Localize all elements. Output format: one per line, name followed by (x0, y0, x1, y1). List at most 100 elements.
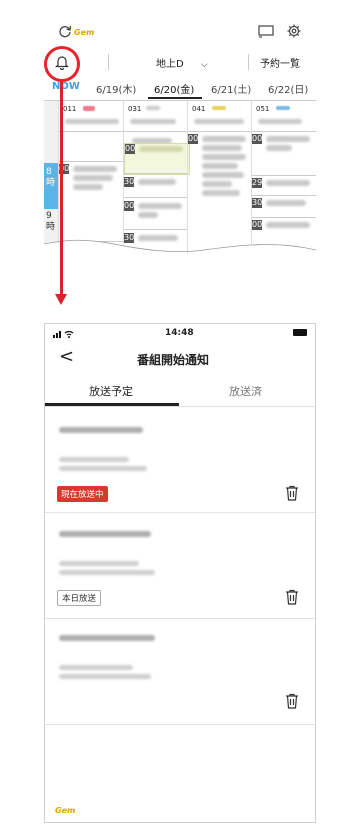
annotation-arrow-line (60, 82, 63, 296)
program-datetime-blurred (59, 674, 151, 679)
program-datetime-blurred (59, 466, 147, 471)
program-title-blurred (59, 635, 155, 641)
program-title-blurred (138, 203, 182, 209)
settings-gear-icon[interactable] (286, 23, 302, 39)
channel-header: 041 (188, 101, 252, 132)
toolbar-divider (108, 54, 109, 70)
annotation-arrow-head (55, 294, 67, 305)
program-cell[interactable]: 00 (252, 131, 316, 176)
channel-type-label: 地上D (156, 59, 184, 70)
program-title-blurred (266, 222, 310, 228)
program-title-blurred (266, 200, 306, 206)
program-title-blurred (138, 179, 176, 185)
tab-scheduled[interactable]: 放送予定 (89, 383, 133, 399)
epg-toolbar-bottom: 地上D ⌵ 予約一覧 (44, 48, 316, 77)
refresh-icon[interactable] (58, 24, 72, 38)
program-cell[interactable]: 30 (124, 173, 188, 198)
torn-edge (44, 239, 316, 253)
slot-minute: 00 (252, 220, 263, 230)
channel-name-blurred (65, 119, 119, 124)
channel-header: 031 (124, 101, 188, 132)
notification-screen: 14:48 < 番組開始通知 放送予定 放送済 現在放送中 本日放送 Gem (44, 323, 316, 823)
slot-minute: 30 (124, 177, 135, 187)
program-title-blurred (73, 184, 103, 190)
tab-aired[interactable]: 放送済 (229, 383, 262, 399)
date-tab[interactable]: 6/19(木) (96, 81, 136, 96)
page-title: 番組開始通知 (137, 353, 210, 367)
cast-icon[interactable] (258, 25, 274, 38)
tab-bar: 放送予定 放送済 (45, 376, 315, 407)
trash-icon[interactable] (285, 693, 299, 709)
channel-type-select[interactable]: 地上D ⌵ (156, 55, 208, 70)
date-tab-row: NOW 6/19(木) 6/20(金) 6/21(土) 6/22(日) (44, 76, 316, 101)
trash-icon[interactable] (285, 589, 299, 605)
footer-logo: Gem (55, 806, 76, 815)
date-tab-selected[interactable]: 6/20(金) (154, 81, 194, 96)
reservation-list-button[interactable]: 予約一覧 (260, 55, 300, 70)
program-title-blurred (266, 136, 310, 142)
notification-item[interactable]: 本日放送 (45, 513, 315, 619)
program-cell[interactable]: 00 (188, 131, 252, 212)
program-datetime-blurred (59, 570, 155, 575)
program-title-blurred (266, 180, 310, 186)
channel-number: 051 (256, 105, 270, 113)
program-channel-blurred (59, 665, 133, 670)
toolbar-divider (248, 54, 249, 70)
program-cell[interactable]: 00 (124, 197, 188, 222)
program-title-blurred (202, 145, 242, 151)
program-cell[interactable]: 00 (59, 161, 124, 202)
channel-number: 031 (128, 105, 142, 113)
program-title-blurred (202, 154, 246, 160)
slot-minute: 00 (124, 201, 135, 211)
program-title-blurred (202, 190, 240, 196)
slot-minute: 00 (188, 134, 199, 144)
battery-icon (293, 329, 307, 336)
program-title-blurred (59, 427, 143, 433)
slot-minute: 29 (252, 178, 263, 188)
status-time: 14:48 (165, 328, 194, 338)
date-tab-indicator (148, 97, 202, 99)
program-channel-blurred (59, 561, 139, 566)
hour-label-9: 9時 (46, 211, 56, 232)
channel-logo (83, 106, 95, 111)
status-bar: 14:48 (45, 324, 315, 342)
status-badge-on-air: 現在放送中 (57, 486, 108, 502)
program-title-blurred (202, 172, 244, 178)
trash-icon[interactable] (285, 485, 299, 501)
program-title-blurred (202, 136, 246, 142)
channel-name-blurred (258, 119, 302, 124)
program-title-blurred (139, 146, 183, 152)
program-title-blurred (202, 163, 238, 169)
notification-item[interactable]: 現在放送中 (45, 407, 315, 513)
program-title-blurred (202, 181, 232, 187)
epg-toolbar-top: Gem (44, 18, 316, 46)
channel-logo (276, 106, 290, 110)
channel-logo (212, 106, 226, 110)
channel-number: 041 (192, 105, 206, 113)
tab-indicator (45, 403, 179, 406)
app-logo: Gem (74, 28, 95, 37)
program-cell[interactable]: 29 (252, 175, 316, 196)
program-cell[interactable]: 30 (252, 195, 316, 218)
date-tab[interactable]: 6/21(土) (211, 81, 251, 96)
nav-bar: < 番組開始通知 (45, 342, 315, 376)
notification-item[interactable] (45, 619, 315, 725)
program-title-blurred (138, 212, 158, 218)
program-cell-selected[interactable]: 00 (124, 143, 190, 175)
hour-label-8: 8時 (46, 167, 56, 188)
annotation-circle (44, 46, 80, 82)
slot-minute: 30 (252, 198, 263, 208)
channel-header: 011 (59, 101, 124, 132)
channel-name-blurred (130, 119, 176, 124)
program-title-blurred (59, 531, 151, 537)
channel-header: 051 (252, 101, 316, 132)
chevron-down-icon: ⌵ (200, 60, 208, 70)
slot-minute: 00 (125, 144, 136, 154)
back-button[interactable]: < (59, 346, 74, 367)
date-tab-now[interactable]: NOW (52, 81, 80, 92)
epg-screenshot-clip: Gem 地上D ⌵ 予約一覧 NOW 6/19(木) 6/20(金) 6/21(… (44, 0, 316, 253)
date-tab[interactable]: 6/22(日) (268, 81, 308, 96)
status-badge-today: 本日放送 (57, 590, 102, 606)
signal-wifi-icon (53, 330, 74, 338)
program-title-blurred (73, 166, 117, 172)
